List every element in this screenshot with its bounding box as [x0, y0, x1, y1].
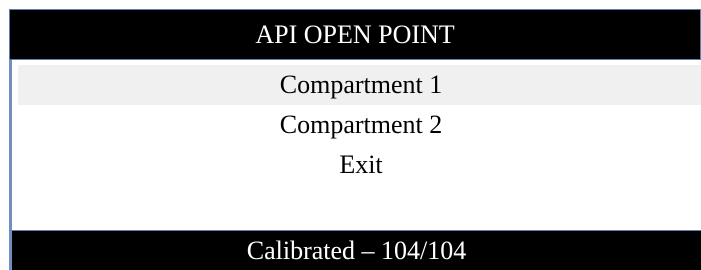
screen-title: API OPEN POINT — [255, 19, 455, 49]
device-screen: API OPEN POINT Compartment 1 Compartment… — [0, 0, 701, 270]
menu-item-exit[interactable]: Exit — [18, 145, 701, 185]
menu-item-label: Compartment 2 — [279, 110, 443, 139]
menu-item-compartment-1[interactable]: Compartment 1 — [18, 65, 701, 105]
menu-item-compartment-2[interactable]: Compartment 2 — [18, 105, 701, 145]
menu-panel: Compartment 1 Compartment 2 Exit — [9, 60, 701, 230]
calibration-status: Calibrated – 104/104 — [246, 235, 467, 265]
menu-item-label: Compartment 1 — [279, 70, 443, 99]
menu-item-label: Exit — [339, 150, 383, 179]
status-bar: Calibrated – 104/104 — [9, 230, 701, 270]
screen-title-bar: API OPEN POINT — [9, 9, 701, 60]
